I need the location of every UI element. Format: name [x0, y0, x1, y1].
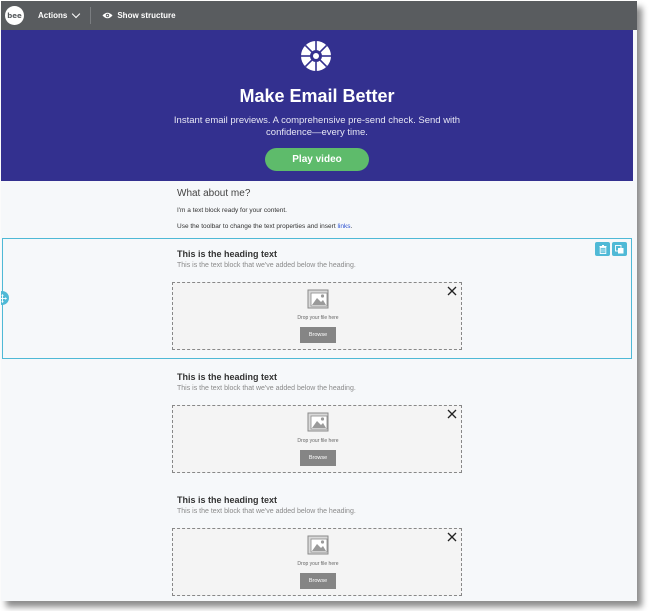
play-video-button[interactable]: Play video	[265, 148, 369, 171]
content-block-3[interactable]: This is the heading text This is the tex…	[172, 495, 467, 596]
image-dropzone[interactable]: Drop your file here Browse	[172, 528, 462, 596]
about-text-line-1[interactable]: I'm a text block ready for your content.	[177, 207, 287, 214]
drag-row-handle[interactable]	[1, 291, 9, 305]
links-link[interactable]: links	[337, 223, 350, 230]
drop-file-label: Drop your file here	[297, 315, 339, 321]
close-icon[interactable]	[447, 409, 457, 419]
editor-window: bee Actions Show structure Make Email Be…	[1, 1, 637, 601]
drop-file-label: Drop your file here	[297, 561, 339, 567]
show-structure-label: Show structure	[117, 11, 176, 20]
duplicate-icon	[615, 244, 624, 253]
trash-icon	[599, 244, 606, 254]
move-arrows-icon	[1, 293, 7, 303]
wheel-logo-icon	[301, 41, 331, 71]
image-dropzone[interactable]: Drop your file here Browse	[172, 405, 462, 473]
browse-button[interactable]: Browse	[300, 450, 336, 466]
about-text-prefix: Use the toolbar to change the text prope…	[177, 223, 338, 230]
block-text[interactable]: This is the text block that we've added …	[177, 508, 467, 515]
email-content-area: What about me? I'm a text block ready fo…	[1, 181, 633, 601]
image-placeholder-icon	[307, 535, 329, 555]
hero-banner[interactable]: Make Email Better Instant email previews…	[1, 30, 633, 181]
browse-button[interactable]: Browse	[300, 573, 336, 589]
content-block-1[interactable]: This is the heading text This is the tex…	[172, 249, 467, 350]
block-text[interactable]: This is the text block that we've added …	[177, 262, 467, 269]
block-heading[interactable]: This is the heading text	[177, 249, 467, 259]
bee-logo-icon[interactable]: bee	[5, 6, 24, 25]
content-block-2[interactable]: This is the heading text This is the tex…	[172, 372, 467, 473]
show-structure-button[interactable]: Show structure	[102, 11, 176, 20]
about-text-suffix: .	[350, 223, 353, 230]
row-tools	[595, 242, 627, 256]
hero-title: Make Email Better	[239, 86, 395, 106]
actions-label: Actions	[38, 11, 68, 20]
close-icon[interactable]	[447, 286, 457, 296]
block-text[interactable]: This is the text block that we've added …	[177, 385, 467, 392]
image-placeholder-icon	[307, 289, 329, 309]
about-title[interactable]: What about me?	[177, 188, 250, 199]
drop-file-label: Drop your file here	[297, 438, 339, 444]
eye-icon	[102, 12, 113, 19]
close-icon[interactable]	[447, 532, 457, 542]
image-dropzone[interactable]: Drop your file here Browse	[172, 282, 462, 350]
toolbar-divider	[90, 7, 92, 24]
chevron-down-icon	[72, 9, 81, 19]
browse-button[interactable]: Browse	[300, 327, 336, 343]
actions-menu-button[interactable]: Actions	[38, 9, 81, 20]
hero-subtitle: Instant email previews. A comprehensive …	[173, 115, 461, 138]
image-placeholder-icon	[307, 412, 329, 432]
delete-row-button[interactable]	[595, 242, 610, 256]
top-toolbar: bee Actions Show structure	[1, 1, 637, 30]
block-heading[interactable]: This is the heading text	[177, 495, 467, 505]
about-text-line-2[interactable]: Use the toolbar to change the text prope…	[177, 223, 352, 230]
duplicate-row-button[interactable]	[612, 242, 627, 256]
block-heading[interactable]: This is the heading text	[177, 372, 467, 382]
